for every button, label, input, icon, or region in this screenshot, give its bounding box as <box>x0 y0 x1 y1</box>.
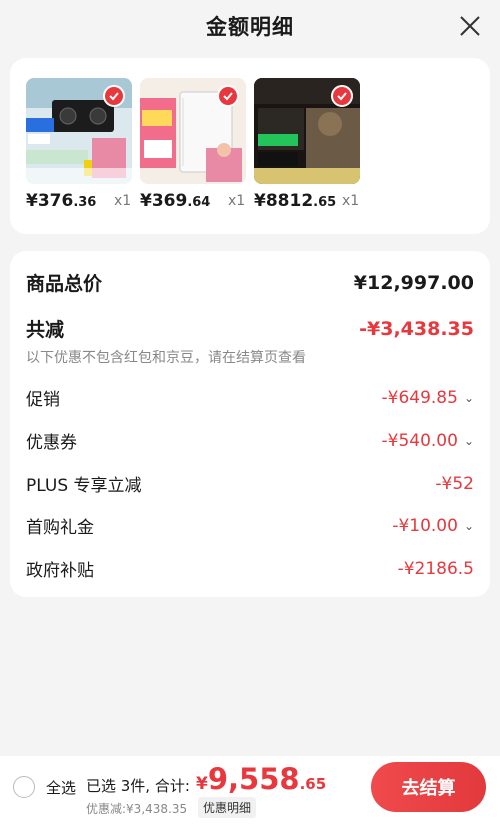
promo-amount: -¥649.85 <box>381 387 458 408</box>
product-item[interactable]: ¥376 .36 x1 <box>26 78 132 211</box>
header: 金额明细 <box>0 0 500 52</box>
currency-symbol: ¥ <box>196 774 208 794</box>
product-image-uled-tv <box>254 78 360 184</box>
plus-row: PLUS 专享立减 -¥52 <box>26 471 474 497</box>
checkout-bar: 全选 已选 3件, 合计: ¥ 9,558 .65 优惠减:¥3,438.35 … <box>0 756 500 824</box>
select-all-radio[interactable] <box>13 776 35 798</box>
subsidy-row: 政府补贴 -¥2186.5 <box>26 556 474 582</box>
checked-icon[interactable] <box>331 85 353 107</box>
chevron-down-icon[interactable]: ⌄ <box>464 391 474 405</box>
reduce-row: 共减 -¥3,438.35 <box>26 315 474 342</box>
page-title: 金额明细 <box>206 15 294 39</box>
price-integer: ¥376 <box>26 191 74 211</box>
select-all-label[interactable]: 全选 <box>46 777 76 798</box>
product-qty: x1 <box>342 193 360 209</box>
total-value: ¥12,997.00 <box>353 271 474 294</box>
checked-icon[interactable] <box>217 85 239 107</box>
close-icon[interactable] <box>458 14 482 38</box>
coupon-value[interactable]: -¥540.00 ⌄ <box>382 431 475 451</box>
plus-value: -¥52 <box>435 473 474 494</box>
total-label: 商品总价 <box>26 273 103 295</box>
grand-total: ¥ 9,558 .65 <box>196 762 326 796</box>
price-integer: ¥369 <box>140 191 188 211</box>
coupon-row[interactable]: 优惠券 -¥540.00 ⌄ <box>26 428 475 454</box>
product-price: ¥369 .64 x1 <box>140 191 270 211</box>
selected-info: 已选 3件, 合计: <box>86 777 190 795</box>
total-row: 商品总价 ¥12,997.00 <box>26 269 474 296</box>
subsidy-label: 政府补贴 <box>26 561 94 581</box>
checked-icon[interactable] <box>103 85 125 107</box>
product-item[interactable]: ¥8812 .65 x1 <box>254 78 360 211</box>
price-decimal: .36 <box>73 195 97 210</box>
price-decimal: .64 <box>187 195 211 210</box>
price-integer: ¥8812 <box>254 191 314 211</box>
promo-value[interactable]: -¥649.85 ⌄ <box>382 388 475 408</box>
product-item[interactable]: ¥369 .64 x1 <box>140 78 246 211</box>
amount-details-card: 商品总价 ¥12,997.00 共减 -¥3,438.35 以下优惠不包含红包和… <box>10 251 490 597</box>
chevron-down-icon[interactable]: ⌄ <box>464 519 474 533</box>
total-integer: 9,558 <box>207 762 300 796</box>
first-purchase-row[interactable]: 首购礼金 -¥10.00 ⌄ <box>26 513 474 539</box>
plus-label: PLUS 专享立减 <box>26 476 142 496</box>
first-purchase-value[interactable]: -¥10.00 ⌄ <box>392 516 474 536</box>
reduce-label: 共减 <box>26 319 65 341</box>
product-image-mini-fridge <box>140 78 246 184</box>
product-image-gas-stove <box>26 78 132 184</box>
reduce-value: -¥3,438.35 <box>359 317 474 340</box>
total-decimal: .65 <box>299 775 327 793</box>
first-purchase-label: 首购礼金 <box>26 518 94 538</box>
first-purchase-amount: -¥10.00 <box>392 515 458 536</box>
promo-label: 促销 <box>26 390 60 410</box>
discount-detail-link[interactable]: 优惠明细 <box>198 797 257 818</box>
coupon-label: 优惠券 <box>26 433 77 453</box>
promo-row[interactable]: 促销 -¥649.85 ⌄ <box>26 385 475 411</box>
subsidy-value: -¥2186.5 <box>397 558 474 579</box>
product-price: ¥376 .36 x1 <box>26 191 156 211</box>
product-qty: x1 <box>228 193 246 209</box>
coupon-amount: -¥540.00 <box>381 430 458 451</box>
price-decimal: .65 <box>313 195 337 210</box>
checkout-button[interactable]: 去结算 <box>371 762 486 812</box>
product-list-card: ¥376 .36 x1 ¥369 .64 x1 ¥8812 .65 x1 <box>10 58 490 234</box>
discount-hint: 以下优惠不包含红包和京豆，请在结算页查看 <box>26 350 306 366</box>
chevron-down-icon[interactable]: ⌄ <box>464 434 474 448</box>
product-price: ¥8812 .65 x1 <box>254 191 384 211</box>
product-qty: x1 <box>114 193 132 209</box>
discount-summary: 优惠减:¥3,438.35 <box>86 802 188 816</box>
